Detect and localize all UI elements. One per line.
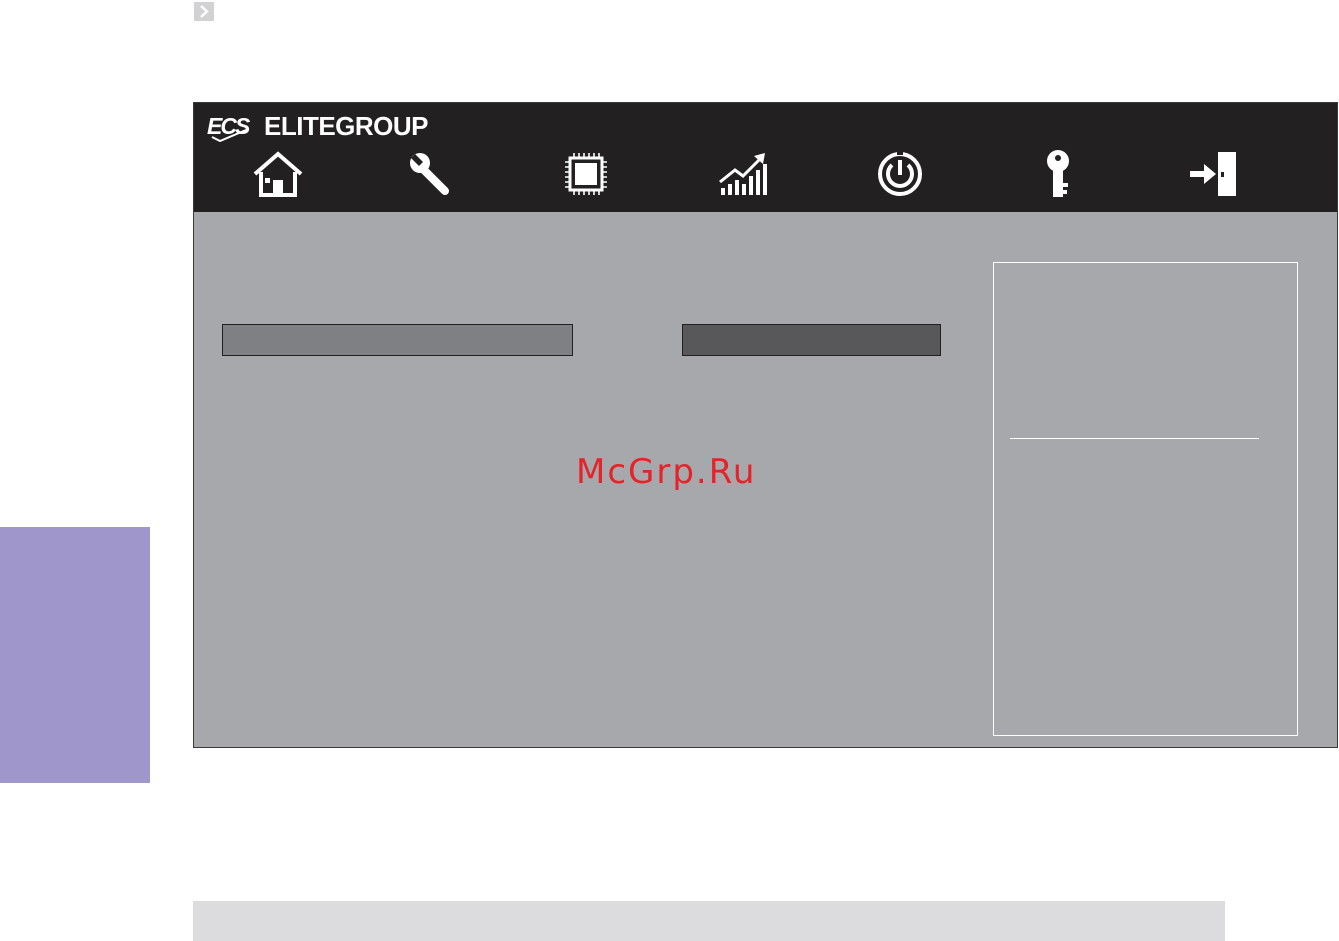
wrench-icon[interactable]: [403, 149, 459, 199]
bios-header: ECS ELITEGROUP: [194, 103, 1337, 212]
chart-icon[interactable]: [715, 149, 771, 199]
brand-logo: ECS ELITEGROUP: [206, 109, 429, 143]
chapter-side-tab: [0, 527, 150, 783]
exit-icon[interactable]: [1184, 149, 1240, 199]
setting-value-bar[interactable]: [682, 324, 941, 356]
ecs-logo-icon: ECS: [207, 113, 253, 142]
help-panel: [993, 262, 1298, 736]
bios-screen: ECS ELITEGROUP: [193, 102, 1338, 748]
brand-name: ELITEGROUP: [264, 110, 429, 141]
bios-main-area: [194, 212, 1337, 747]
help-divider: [1010, 438, 1259, 439]
home-icon[interactable]: [250, 149, 306, 199]
power-icon[interactable]: [872, 149, 928, 199]
chip-icon[interactable]: [558, 149, 614, 199]
watermark-text: McGrp.Ru: [576, 452, 757, 492]
page-footer-bar: [193, 901, 1225, 941]
setting-label-bar[interactable]: [222, 324, 573, 356]
key-icon[interactable]: [1030, 149, 1086, 199]
svg-text:ECS: ECS: [207, 113, 251, 139]
expand-chevron-icon[interactable]: [194, 2, 214, 21]
